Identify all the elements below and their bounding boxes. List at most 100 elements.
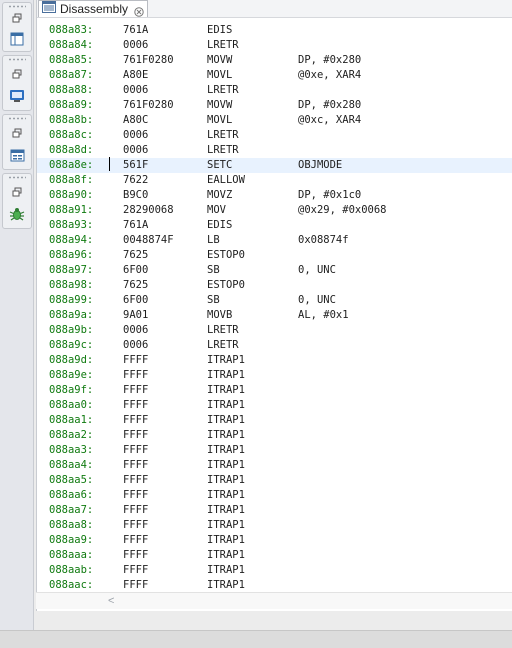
- opcode: FFFF: [123, 564, 149, 576]
- opcode: FFFF: [123, 534, 149, 546]
- table-row[interactable]: 088a9d: FFFF ITRAP1: [37, 353, 512, 368]
- table-row[interactable]: 088a8f: 7622 EALLOW: [37, 173, 512, 188]
- drag-handle[interactable]: [8, 5, 26, 8]
- instruction-address: 088a96:: [49, 249, 94, 261]
- table-row[interactable]: 088a8d: 0006 LRETR: [37, 143, 512, 158]
- table-row[interactable]: 088a84: 0006 LRETR: [37, 38, 512, 53]
- table-row[interactable]: 088aa2: FFFF ITRAP1: [37, 428, 512, 443]
- drag-handle[interactable]: [8, 176, 26, 179]
- opcode: FFFF: [123, 579, 149, 591]
- table-row[interactable]: 088a94: 0048874F LB 0x08874f: [37, 233, 512, 248]
- instruction-address: 088aa3:: [49, 444, 94, 456]
- table-row[interactable]: 088a83: 761A EDIS: [37, 23, 512, 38]
- instruction-address: 088a83:: [49, 24, 94, 36]
- table-row[interactable]: 088a8b: A80C MOVL @0xc, XAR4: [37, 113, 512, 128]
- table-row[interactable]: 088aa7: FFFF ITRAP1: [37, 503, 512, 518]
- opcode: FFFF: [123, 459, 149, 471]
- horizontal-scrollbar[interactable]: <: [36, 592, 512, 609]
- mnemonic: ITRAP1: [207, 519, 245, 531]
- console-icon[interactable]: [8, 88, 26, 104]
- mnemonic: ITRAP1: [207, 504, 245, 516]
- table-row[interactable]: 088aa1: FFFF ITRAP1: [37, 413, 512, 428]
- mnemonic: LRETR: [207, 84, 239, 96]
- mnemonic: ITRAP1: [207, 489, 245, 501]
- table-row[interactable]: 088a85: 761F0280 MOVW DP, #0x280: [37, 53, 512, 68]
- restore-icon[interactable]: [8, 125, 26, 141]
- instruction-address: 088a84:: [49, 39, 94, 51]
- table-row[interactable]: 088aa8: FFFF ITRAP1: [37, 518, 512, 533]
- table-row[interactable]: 088a87: A80E MOVL @0xe, XAR4: [37, 68, 512, 83]
- table-row[interactable]: 088a88: 0006 LRETR: [37, 83, 512, 98]
- instruction-address: 088a97:: [49, 264, 94, 276]
- table-row[interactable]: 088aa3: FFFF ITRAP1: [37, 443, 512, 458]
- table-row[interactable]: 088a89: 761F0280 MOVW DP, #0x280: [37, 98, 512, 113]
- table-row[interactable]: 088a93: 761A EDIS: [37, 218, 512, 233]
- instruction-address: 088aa8:: [49, 519, 94, 531]
- mnemonic: SB: [207, 264, 220, 276]
- table-row[interactable]: 088a8c: 0006 LRETR: [37, 128, 512, 143]
- mnemonic: MOV: [207, 204, 226, 216]
- opcode: FFFF: [123, 429, 149, 441]
- restore-icon[interactable]: [8, 66, 26, 82]
- mnemonic: ESTOP0: [207, 249, 245, 261]
- view-layout-icon[interactable]: [8, 31, 26, 47]
- table-row[interactable]: 088aa6: FFFF ITRAP1: [37, 488, 512, 503]
- instruction-address: 088aa5:: [49, 474, 94, 486]
- opcode: 0006: [123, 324, 149, 336]
- table-row[interactable]: 088aaa: FFFF ITRAP1: [37, 548, 512, 563]
- table-row[interactable]: 088a9e: FFFF ITRAP1: [37, 368, 512, 383]
- table-row[interactable]: 088aa5: FFFF ITRAP1: [37, 473, 512, 488]
- mnemonic: ITRAP1: [207, 369, 245, 381]
- instruction-address: 088a9a:: [49, 309, 94, 321]
- opcode: FFFF: [123, 399, 149, 411]
- table-row[interactable]: 088a9c: 0006 LRETR: [37, 338, 512, 353]
- tab-disassembly[interactable]: Disassembly: [38, 0, 148, 17]
- mnemonic: ITRAP1: [207, 429, 245, 441]
- opcode: 761A: [123, 219, 149, 231]
- table-row[interactable]: 088aac: FFFF ITRAP1: [37, 578, 512, 593]
- opcode: 761F0280: [123, 99, 174, 111]
- chevron-left-icon[interactable]: <: [108, 595, 114, 607]
- table-row[interactable]: 088a96: 7625 ESTOP0: [37, 248, 512, 263]
- instruction-address: 088a9d:: [49, 354, 94, 366]
- table-row[interactable]: 088aa4: FFFF ITRAP1: [37, 458, 512, 473]
- table-row[interactable]: 088aa0: FFFF ITRAP1: [37, 398, 512, 413]
- opcode: 7625: [123, 249, 149, 261]
- table-row[interactable]: 088a9f: FFFF ITRAP1: [37, 383, 512, 398]
- opcode: A80C: [123, 114, 149, 126]
- table-row[interactable]: 088a98: 7625 ESTOP0: [37, 278, 512, 293]
- debug-bug-icon[interactable]: [8, 206, 26, 222]
- instruction-address: 088a8f:: [49, 174, 94, 186]
- instruction-address: 088a94:: [49, 234, 94, 246]
- opcode: 7622: [123, 174, 149, 186]
- table-row[interactable]: 088aa9: FFFF ITRAP1: [37, 533, 512, 548]
- table-row[interactable]: 088a91: 28290068 MOV @0x29, #0x0068: [37, 203, 512, 218]
- mnemonic: LRETR: [207, 144, 239, 156]
- table-row[interactable]: 088a99: 6F00 SB 0, UNC: [37, 293, 512, 308]
- table-row[interactable]: 088a97: 6F00 SB 0, UNC: [37, 263, 512, 278]
- table-row[interactable]: 088aab: FFFF ITRAP1: [37, 563, 512, 578]
- mnemonic: MOVL: [207, 69, 233, 81]
- table-row[interactable]: 088a9b: 0006 LRETR: [37, 323, 512, 338]
- restore-icon[interactable]: [8, 10, 26, 26]
- trim-stack-1: [2, 2, 32, 52]
- instruction-address: 088a93:: [49, 219, 94, 231]
- mnemonic: ITRAP1: [207, 414, 245, 426]
- table-row[interactable]: 088a9a: 9A01 MOVB AL, #0x1: [37, 308, 512, 323]
- drag-handle[interactable]: [8, 58, 26, 61]
- opcode: 7625: [123, 279, 149, 291]
- drag-handle[interactable]: [8, 117, 26, 120]
- table-row[interactable]: 088a90: B9C0 MOVZ DP, #0x1c0: [37, 188, 512, 203]
- mnemonic: ITRAP1: [207, 444, 245, 456]
- opcode: 0006: [123, 144, 149, 156]
- close-icon[interactable]: [134, 4, 144, 17]
- instruction-address: 088a8c:: [49, 129, 94, 141]
- instruction-address: 088aa4:: [49, 459, 94, 471]
- instruction-address: 088a9b:: [49, 324, 94, 336]
- restore-icon[interactable]: [8, 184, 26, 200]
- trim-stack-4: [2, 173, 32, 229]
- instruction-address: 088aac:: [49, 579, 94, 591]
- instruction-address: 088a85:: [49, 54, 94, 66]
- operands: AL, #0x1: [298, 309, 349, 321]
- registers-icon[interactable]: [8, 147, 26, 163]
